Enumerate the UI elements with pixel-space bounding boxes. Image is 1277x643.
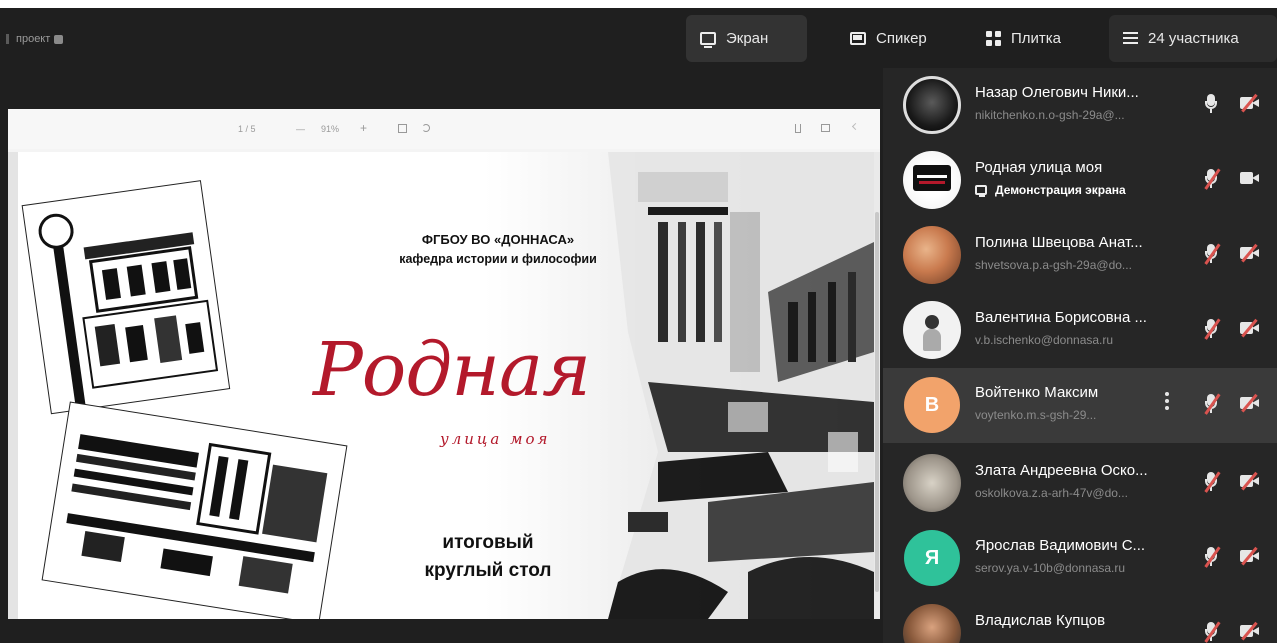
participant-row[interactable]: Я Ярослав Вадимович С... serov.ya.v-10b@…	[883, 521, 1277, 591]
shared-screen: 1 / 5 — 91% + ФГБОУ ВО «ДОННАСА» кафедра…	[8, 109, 880, 619]
postcard-sketch-top	[21, 180, 231, 415]
divider-icon	[6, 34, 9, 44]
camera-on-icon[interactable]	[1240, 171, 1260, 185]
view-screen-button[interactable]: Экран	[686, 15, 807, 62]
rotate-icon[interactable]	[422, 124, 430, 132]
building-sketch-right	[608, 152, 874, 619]
conference-app: проект Экран Спикер Плитка 24 участника …	[0, 8, 1277, 643]
participant-name: Войтенко Максим	[975, 384, 1099, 401]
camera-off-icon[interactable]	[1240, 621, 1260, 641]
slide-department: кафедра истории и философии	[399, 252, 597, 266]
participants-count-label: 24 участника	[1148, 30, 1239, 47]
participants-toggle-button[interactable]: 24 участника	[1109, 15, 1277, 62]
screen-icon	[700, 32, 716, 48]
participant-name: Владислав Купцов	[975, 612, 1106, 629]
participant-row[interactable]: Владислав Купцов	[883, 596, 1277, 643]
slide-subtitle: улица моя	[440, 430, 551, 448]
microphone-muted-icon[interactable]	[1203, 168, 1221, 190]
fit-page-icon[interactable]	[398, 124, 407, 133]
participant-name: Полина Швецова Анат...	[975, 234, 1143, 251]
project-indicator: проект	[6, 33, 64, 45]
participant-name: Злата Андреевна Оско...	[975, 462, 1148, 479]
microphone-muted-icon[interactable]	[1203, 243, 1221, 265]
project-label: проект	[16, 33, 51, 45]
pdf-scrollbar[interactable]	[874, 152, 880, 619]
zoom-in-button[interactable]: +	[360, 121, 367, 135]
camera-off-icon[interactable]	[1240, 93, 1260, 113]
microphone-muted-icon[interactable]	[1203, 546, 1221, 568]
download-icon[interactable]	[795, 124, 801, 133]
avatar	[903, 226, 961, 284]
chevron-left-icon[interactable]	[851, 122, 860, 131]
more-options-icon[interactable]	[1165, 392, 1169, 410]
view-screen-label: Экран	[726, 30, 769, 47]
tile-icon	[986, 31, 1001, 46]
participant-email: v.b.ischenko@donnasa.ru	[975, 333, 1114, 347]
avatar	[903, 604, 961, 643]
slide-event-line1: итоговый	[442, 532, 534, 553]
zoom-level: 91%	[321, 124, 340, 134]
participant-row[interactable]: В Войтенко Максим voytenko.m.s-gsh-29...	[883, 368, 1277, 443]
microphone-muted-icon[interactable]	[1203, 393, 1221, 415]
microphone-muted-icon[interactable]	[1203, 621, 1221, 643]
microphone-muted-icon[interactable]	[1203, 471, 1221, 493]
participant-row[interactable]: Назар Олегович Ники... nikitchenko.n.o-g…	[883, 68, 1277, 138]
participant-row[interactable]: Валентина Борисовна ... v.b.ischenko@don…	[883, 293, 1277, 363]
participant-name: Родная улица моя	[975, 159, 1103, 176]
participant-name: Валентина Борисовна ...	[975, 309, 1147, 326]
view-tile-button[interactable]: Плитка	[972, 15, 1090, 62]
pdf-toolbar: 1 / 5 — 91% +	[8, 109, 880, 149]
participant-row[interactable]: Родная улица моя Демонстрация экрана	[883, 143, 1277, 213]
avatar	[903, 301, 961, 359]
participant-email: voytenko.m.s-gsh-29...	[975, 408, 1097, 422]
camera-off-icon[interactable]	[1240, 546, 1260, 566]
participant-row[interactable]: Злата Андреевна Оско... oskolkova.z.a-ar…	[883, 446, 1277, 516]
top-bar: проект Экран Спикер Плитка 24 участника	[0, 8, 1277, 68]
screen-share-icon	[975, 185, 987, 197]
participant-name: Ярослав Вадимович С...	[975, 537, 1146, 554]
camera-off-icon[interactable]	[1240, 318, 1260, 338]
slide-event-line2: круглый стол	[424, 560, 552, 581]
slide-institution: ФГБОУ ВО «ДОННАСА»	[421, 232, 575, 247]
camera-off-icon[interactable]	[1240, 471, 1260, 491]
zoom-out-button[interactable]: —	[296, 124, 305, 134]
camera-off-icon[interactable]	[1240, 243, 1260, 263]
participant-email: shvetsova.p.a-gsh-29a@do...	[975, 258, 1132, 272]
speaker-icon	[850, 32, 866, 45]
pdf-page-indicator: 1 / 5	[238, 124, 256, 134]
slide-left-margin	[8, 152, 18, 619]
avatar	[903, 151, 961, 209]
badge-icon	[54, 34, 64, 44]
view-speaker-label: Спикер	[876, 30, 927, 47]
participants-panel: Назар Олегович Ники... nikitchenko.n.o-g…	[883, 68, 1277, 643]
avatar	[903, 454, 961, 512]
print-icon[interactable]	[821, 124, 830, 132]
view-tile-label: Плитка	[1011, 30, 1062, 47]
avatar: Я	[904, 530, 960, 586]
screen-sharing-status: Демонстрация экрана	[975, 183, 1126, 197]
view-speaker-button[interactable]: Спикер	[836, 15, 956, 62]
participant-email: oskolkova.z.a-arh-47v@do...	[975, 486, 1128, 500]
camera-off-icon[interactable]	[1240, 393, 1260, 413]
presentation-slide: ФГБОУ ВО «ДОННАСА» кафедра истории и фил…	[8, 152, 874, 619]
avatar: В	[904, 377, 960, 433]
list-icon	[1123, 32, 1138, 45]
participant-name: Назар Олегович Ники...	[975, 84, 1139, 101]
microphone-muted-icon[interactable]	[1203, 318, 1221, 340]
screen-sharing-label: Демонстрация экрана	[995, 183, 1126, 197]
participant-email: serov.ya.v-10b@donnasa.ru	[975, 561, 1126, 575]
participant-email: nikitchenko.n.o-gsh-29a@...	[975, 108, 1125, 122]
slide-title: Родная	[313, 327, 591, 413]
microphone-icon[interactable]	[1203, 94, 1221, 114]
avatar	[903, 76, 961, 134]
participant-row[interactable]: Полина Швецова Анат... shvetsova.p.a-gsh…	[883, 218, 1277, 288]
